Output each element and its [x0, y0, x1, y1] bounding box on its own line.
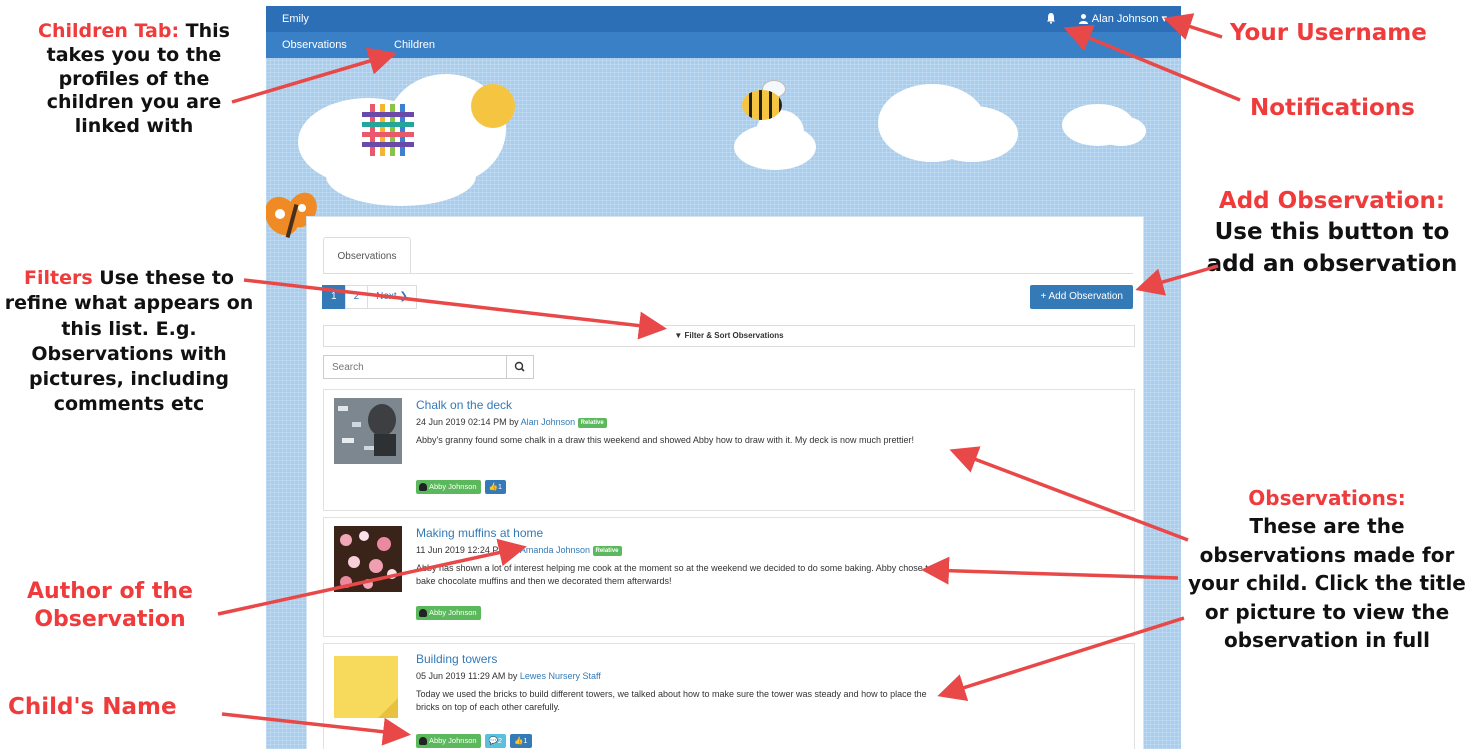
arrow-username — [1163, 13, 1223, 40]
arrow-filters — [243, 278, 667, 340]
annotation-arrows — [217, 13, 1241, 746]
arrow-add-observation — [1135, 264, 1219, 296]
arrow-observation-1 — [949, 446, 1189, 542]
arrow-observation-2 — [921, 556, 1179, 585]
arrow-observation-3 — [937, 616, 1185, 702]
arrow-children-tab — [231, 47, 397, 104]
arrow-author — [217, 538, 527, 616]
arrow-child-name — [221, 712, 411, 746]
arrow-notifications — [1063, 25, 1241, 102]
